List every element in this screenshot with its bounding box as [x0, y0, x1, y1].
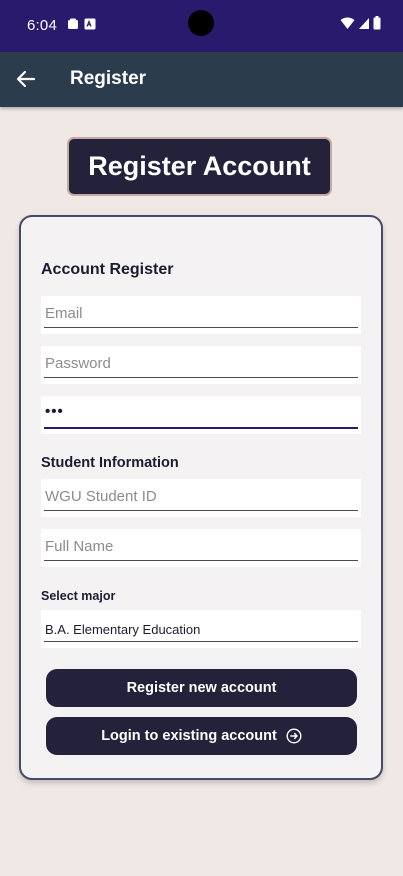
arrow-left-icon[interactable]	[14, 67, 38, 91]
status-icons	[340, 16, 381, 30]
student-id-field[interactable]: WGU Student ID	[41, 479, 361, 517]
student-id-underline	[44, 510, 358, 511]
page-title-badge: Register Account	[67, 137, 332, 196]
password-underline	[44, 377, 358, 378]
confirm-password-field[interactable]: •••	[41, 396, 361, 434]
major-select[interactable]: B.A. Elementary Education	[41, 610, 361, 648]
signal-icon	[359, 17, 369, 29]
account-section-title: Account Register	[41, 261, 174, 278]
arrow-right-circle-icon	[286, 728, 302, 744]
login-button-label: Login to existing account	[101, 728, 277, 744]
email-placeholder: Email	[45, 305, 83, 322]
app-bar: Register	[0, 52, 403, 107]
email-field[interactable]: Email	[41, 296, 361, 334]
email-underline	[44, 327, 358, 328]
register-button[interactable]: Register new account	[46, 669, 357, 707]
camera-cutout	[188, 10, 214, 36]
wifi-icon	[340, 17, 355, 29]
confirm-password-underline	[44, 427, 358, 429]
major-label: Select major	[41, 589, 116, 603]
status-bar: 6:04	[0, 0, 403, 52]
notification-icon	[68, 18, 78, 29]
student-section-title: Student Information	[41, 455, 179, 471]
student-id-placeholder: WGU Student ID	[45, 488, 157, 505]
password-placeholder: Password	[45, 355, 111, 372]
password-field[interactable]: Password	[41, 346, 361, 384]
app-bar-title: Register	[70, 68, 147, 89]
page-title: Register Account	[88, 151, 311, 181]
sim-icon	[84, 18, 96, 30]
full-name-field[interactable]: Full Name	[41, 529, 361, 567]
full-name-underline	[44, 560, 358, 561]
major-underline	[44, 641, 358, 642]
confirm-password-value: •••	[45, 403, 64, 420]
full-name-placeholder: Full Name	[45, 538, 114, 555]
login-button[interactable]: Login to existing account	[46, 717, 357, 755]
major-selected-value: B.A. Elementary Education	[45, 622, 201, 637]
status-time: 6:04	[27, 17, 57, 34]
battery-icon	[373, 16, 381, 30]
register-button-label: Register new account	[126, 680, 277, 696]
